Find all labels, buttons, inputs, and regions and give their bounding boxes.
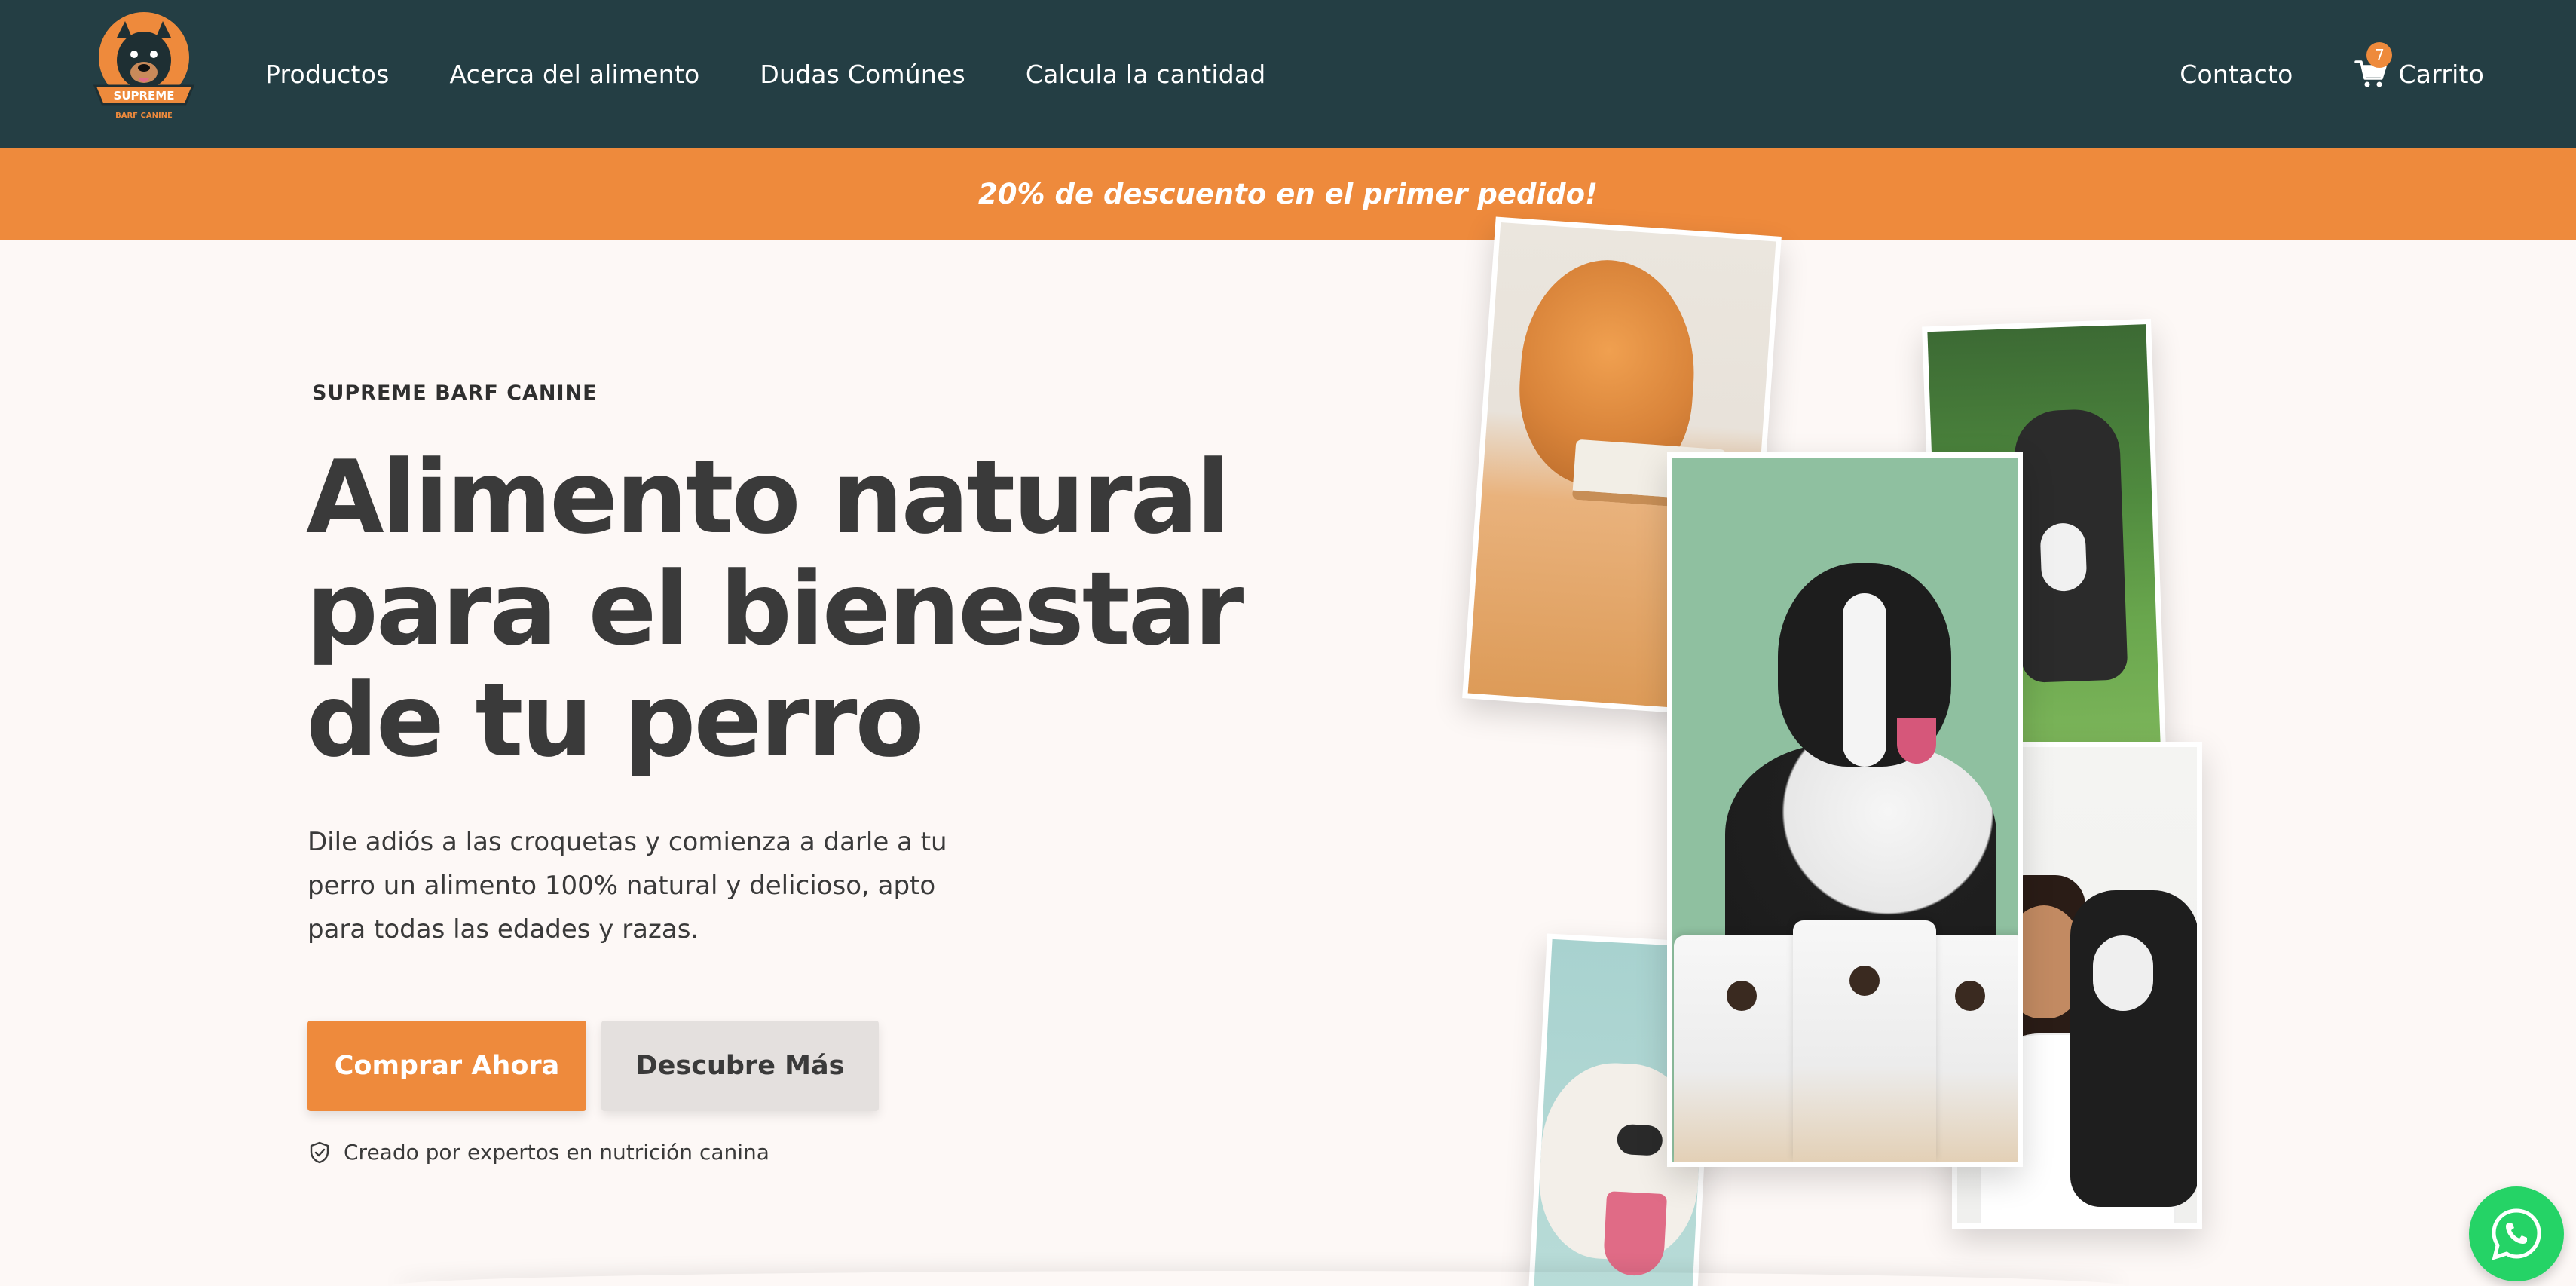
promo-banner: 20% de descuento en el primer pedido! [0, 148, 2576, 240]
svg-text:BARF CANINE: BARF CANINE [115, 112, 173, 120]
promo-text: 20% de descuento en el primer pedido! [978, 177, 1598, 210]
border-collie-with-food-bags-photo [1667, 452, 2023, 1167]
nav-acerca-del-alimento[interactable]: Acerca del alimento [449, 60, 699, 89]
svg-text:SUPREME: SUPREME [114, 89, 175, 103]
top-navigation-bar: SUPREME BARF CANINE Productos Acerca del… [0, 0, 2576, 148]
trust-text: Creado por expertos en nutrición canina [344, 1140, 769, 1165]
food-bag [1674, 935, 1810, 1162]
food-bag [1793, 920, 1936, 1162]
discover-more-button[interactable]: Descubre Más [601, 1021, 879, 1111]
nav-right-group: Contacto 7 Carrito [2180, 0, 2484, 148]
section-divider-shadow [392, 1271, 2125, 1286]
buy-now-button[interactable]: Comprar Ahora [307, 1021, 586, 1111]
nav-dudas-comunes[interactable]: Dudas Comúnes [760, 60, 965, 89]
hero-headline: Alimento natural para el bienestar de tu… [306, 439, 1244, 779]
headline-line-3: de tu perro [306, 662, 925, 779]
main-nav: Productos Acerca del alimento Dudas Comú… [265, 0, 1265, 148]
cart-label: Carrito [2398, 59, 2484, 89]
dog-logo-icon: SUPREME BARF CANINE [93, 12, 195, 120]
hero-subtext: Dile adiós a las croquetas y comienza a … [307, 827, 947, 945]
cart-link[interactable]: 7 Carrito [2354, 42, 2484, 89]
trust-note: Creado por expertos en nutrición canina [309, 1140, 769, 1165]
headline-line-2: para el bienestar [306, 550, 1244, 668]
whatsapp-icon [2492, 1208, 2541, 1260]
headline-line-1: Alimento natural [306, 439, 1231, 556]
nav-productos[interactable]: Productos [265, 60, 389, 89]
brand-logo[interactable]: SUPREME BARF CANINE [89, 11, 199, 125]
hero-eyebrow: SUPREME BARF CANINE [312, 381, 598, 405]
cart-count-badge: 7 [2366, 42, 2393, 68]
nav-contacto[interactable]: Contacto [2180, 60, 2293, 89]
nav-calcula-la-cantidad[interactable]: Calcula la cantidad [1026, 60, 1266, 89]
cart-icon: 7 [2354, 42, 2393, 89]
shield-check-icon [310, 1141, 329, 1163]
whatsapp-chat-button[interactable] [2469, 1186, 2564, 1281]
